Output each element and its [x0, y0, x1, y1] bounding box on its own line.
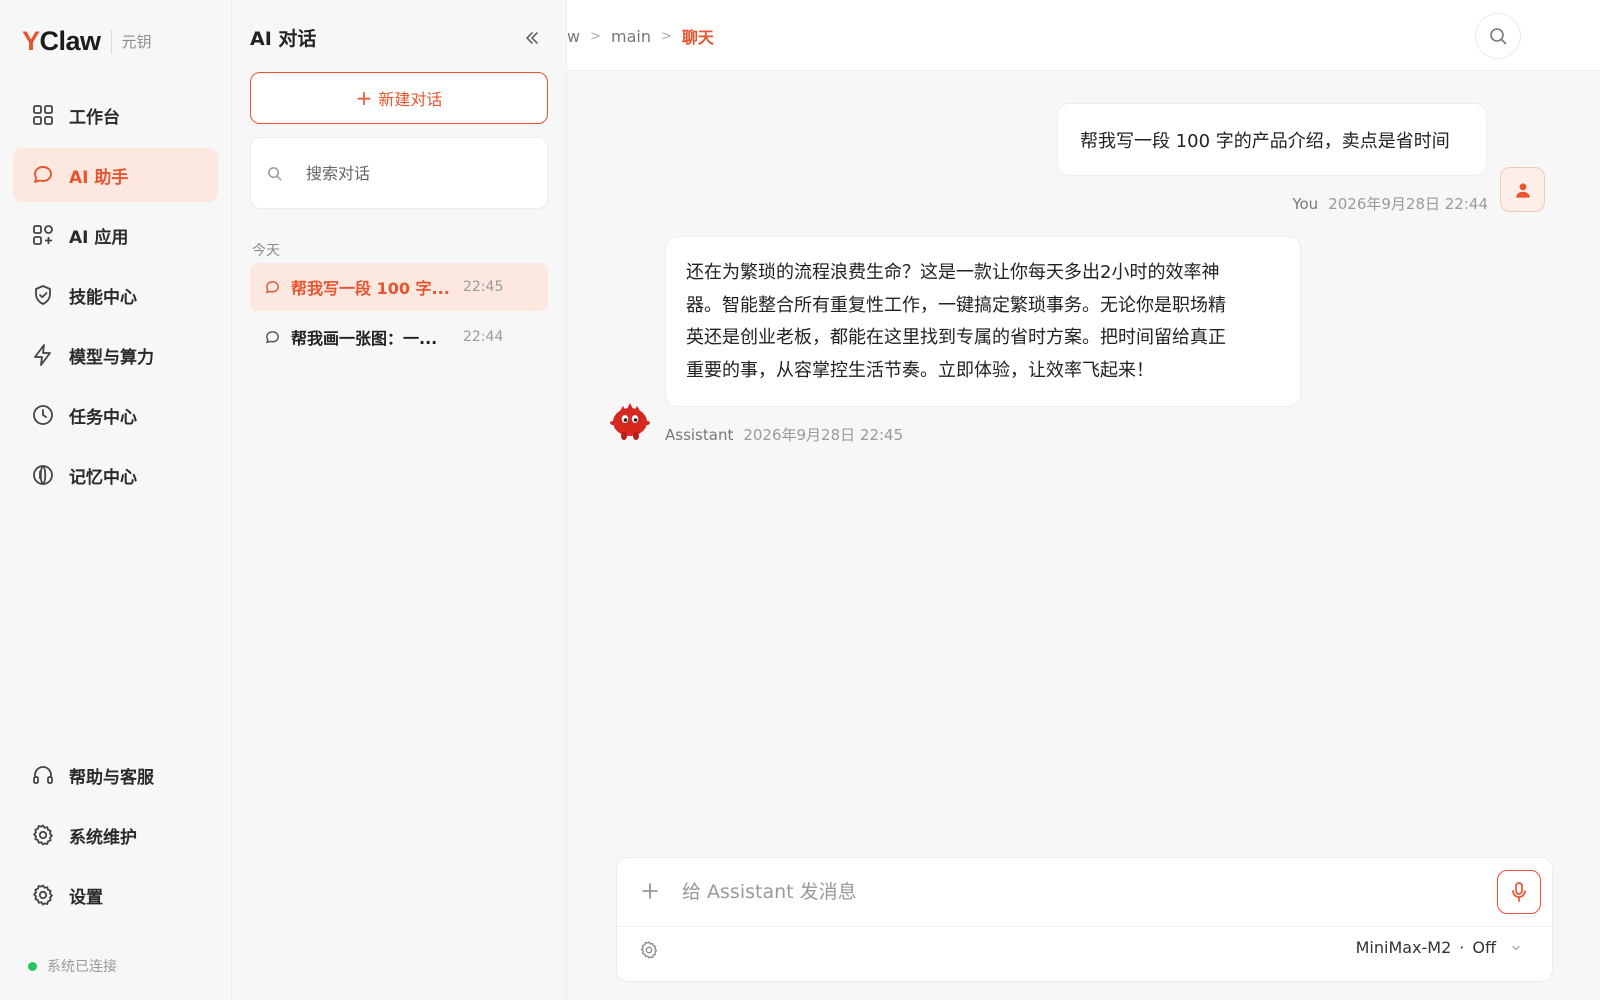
message-author: Assistant: [665, 426, 734, 444]
breadcrumb-item[interactable]: w: [567, 27, 580, 46]
nav-item-maintenance[interactable]: 系统维护: [13, 808, 218, 862]
breadcrumb-current: 聊天: [681, 28, 714, 47]
person-icon: [1515, 182, 1530, 198]
nav-item-workbench[interactable]: 工作台: [13, 88, 218, 142]
thinking-mode: Off: [1472, 938, 1496, 957]
conversation-title: 帮我画一张图：一...: [291, 329, 438, 348]
nav-item-skills[interactable]: 技能中心: [13, 268, 218, 322]
assistant-message-line: 器。智能整合所有重复性工作，一键搞定繁琐事务。无论你是职场精: [686, 294, 1226, 316]
model-selector[interactable]: MiniMax-M2 · Off: [1356, 938, 1522, 957]
plus-icon: +: [355, 86, 373, 110]
nav-item-tasks[interactable]: 任务中心: [13, 388, 218, 442]
conversation-title: 帮我写一段 100 字...: [291, 279, 449, 298]
breadcrumb-item[interactable]: main: [611, 27, 651, 46]
assistant-message-meta: Assistant 2026年9月28日 22:45: [665, 424, 903, 445]
message-time: 2026年9月28日 22:44: [1328, 195, 1488, 213]
breadcrumb: w > main > 聊天: [567, 24, 714, 48]
status-text: 系统已连接: [47, 959, 117, 975]
assistant-message-line: 还在为繁琐的流程浪费生命？这是一款让你每天多出2小时的效率神: [686, 262, 1220, 283]
plus-icon: [642, 883, 658, 899]
double-chevron-left-icon: [526, 32, 538, 44]
gear-icon: [640, 941, 658, 959]
lightning-icon: [31, 343, 55, 367]
collapse-panel-button[interactable]: [522, 28, 542, 48]
global-search-button[interactable]: [1475, 13, 1521, 59]
top-bar: w > main > 聊天: [567, 0, 1600, 71]
message-composer: MiniMax-M2 · Off: [616, 857, 1553, 982]
model-name: MiniMax-M2: [1355, 938, 1452, 957]
conversation-time: 22:44: [463, 329, 504, 345]
assistant-message: 还在为繁琐的流程浪费生命？这是一款让你每天多出2小时的效率神 器。智能整合所有重…: [665, 236, 1301, 407]
nav-label: 系统维护: [69, 827, 137, 848]
shield-icon: [31, 283, 55, 307]
assistant-message-line: 英还是创业老板，都能在这里找到专属的省时方案。把时间留给真正: [686, 327, 1226, 348]
memory-icon: [31, 463, 55, 487]
nav-label: 设置: [69, 887, 103, 908]
conversation-item[interactable]: 帮我写一段 100 字... 22:45: [250, 263, 548, 311]
gear-icon: [31, 823, 55, 847]
user-message-meta: You 2026年9月28日 22:44: [1292, 193, 1488, 214]
nav-item-memory[interactable]: 记忆中心: [13, 448, 218, 502]
status-dot: [28, 961, 37, 971]
chat-main: w > main > 聊天 帮我写一段 100 字的产品介绍，卖点是省时间 Yo…: [567, 0, 1600, 1000]
breadcrumb-separator: >: [660, 28, 672, 44]
brand-subtitle: 元钥: [121, 33, 152, 51]
composer-settings-button[interactable]: [639, 940, 659, 960]
conversation-item[interactable]: 帮我画一张图：一... 22:44: [250, 313, 548, 361]
nav-label: 任务中心: [69, 407, 137, 428]
nav-label: AI 助手: [69, 167, 129, 188]
message-time: 2026年9月28日 22:45: [743, 426, 904, 444]
nav-label: 帮助与客服: [69, 767, 154, 788]
logo: YClaw: [22, 26, 101, 56]
message-input[interactable]: [682, 878, 1462, 906]
grid-icon: [31, 103, 55, 127]
search-input[interactable]: [306, 163, 526, 183]
mascot-icon: [610, 403, 650, 440]
assistant-avatar: [607, 398, 653, 444]
chat-bubble-icon: [264, 329, 281, 346]
nav-item-models[interactable]: 模型与算力: [13, 328, 218, 382]
search-icon: [267, 166, 282, 181]
microphone-icon: [1512, 882, 1526, 902]
connection-status: 系统已连接: [28, 956, 117, 976]
brand: YClaw 元钥: [22, 26, 152, 57]
clock-icon: [31, 403, 55, 427]
nav-item-ai-assistant[interactable]: AI 助手: [13, 148, 218, 202]
apps-icon: [31, 223, 55, 247]
headset-icon: [31, 763, 55, 787]
brand-divider: [110, 29, 112, 54]
nav-label: AI 应用: [69, 227, 129, 248]
chevron-down-icon: [1510, 942, 1522, 954]
gear-icon: [31, 883, 55, 907]
nav-item-help[interactable]: 帮助与客服: [13, 748, 218, 802]
conversation-time: 22:45: [463, 279, 504, 295]
nav-label: 记忆中心: [69, 467, 137, 488]
user-avatar: [1500, 167, 1545, 212]
new-conversation-label: 新建对话: [378, 90, 443, 109]
breadcrumb-separator: >: [590, 28, 601, 44]
assistant-message-line: 重要的事，从容掌控生活节奏。立即体验，让效率飞起来！: [686, 359, 1154, 381]
nav-label: 工作台: [69, 107, 120, 128]
new-conversation-button[interactable]: + 新建对话: [250, 72, 548, 124]
conversation-search: [250, 137, 548, 209]
user-message-text: 帮我写一段 100 字的产品介绍，卖点是省时间: [1080, 130, 1450, 152]
attach-button[interactable]: [639, 880, 661, 902]
separator-dot: ·: [1459, 938, 1465, 957]
search-icon: [1490, 28, 1507, 45]
nav-item-ai-apps[interactable]: AI 应用: [13, 208, 218, 262]
nav-label: 模型与算力: [69, 347, 154, 368]
section-today: 今天: [252, 243, 280, 259]
message-author: You: [1292, 195, 1319, 213]
chat-bubble-icon: [264, 279, 281, 296]
composer-divider: [617, 926, 1552, 927]
panel-title: AI 对话: [250, 28, 317, 50]
left-nav: YClaw 元钥 工作台 AI 助手 AI 应用 技能中心 模型与算力 任务中心…: [0, 0, 232, 1000]
nav-label: 技能中心: [69, 287, 137, 308]
voice-input-button[interactable]: [1497, 870, 1541, 914]
conversation-panel: AI 对话 + 新建对话 今天 帮我写一段 100 字... 22:45 帮我画…: [232, 0, 567, 1000]
user-message: 帮我写一段 100 字的产品介绍，卖点是省时间: [1057, 103, 1487, 176]
chat-bubble-icon: [31, 163, 55, 187]
nav-item-settings[interactable]: 设置: [13, 868, 218, 922]
